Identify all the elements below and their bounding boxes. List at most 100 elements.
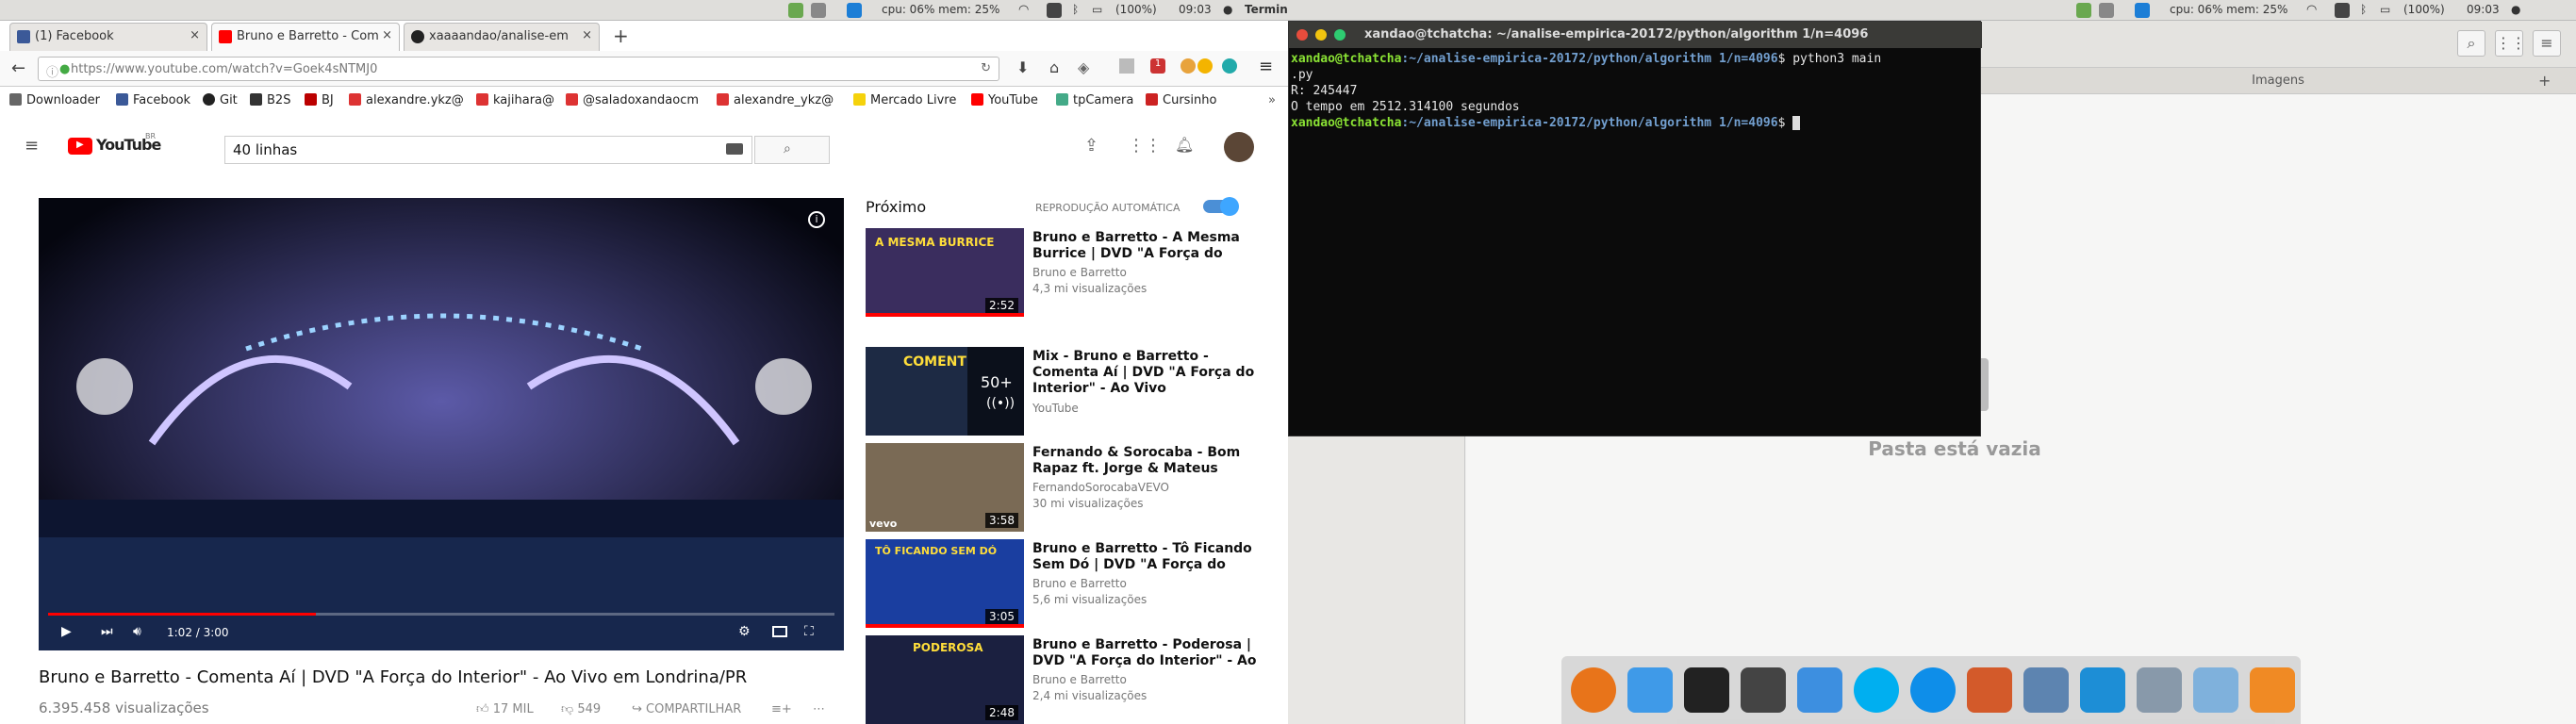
progress-bar[interactable] — [48, 613, 834, 616]
reload-icon[interactable]: ↻ — [981, 61, 991, 75]
view-grid-icon[interactable]: ⋮⋮ — [2495, 30, 2526, 57]
autoplay-toggle[interactable] — [1203, 197, 1239, 216]
new-tab-button[interactable]: + — [613, 25, 629, 47]
bookmark-gmail-2[interactable]: kajihara@ — [476, 93, 554, 107]
play-icon[interactable]: ▶ — [61, 624, 72, 639]
file-manager-icon[interactable] — [2137, 667, 2182, 713]
add-to-playlist-icon[interactable]: ≡+ — [771, 702, 792, 716]
tab-imagens[interactable]: Imagens — [1995, 74, 2561, 88]
share-button[interactable]: ↪ COMPARTILHAR — [632, 702, 741, 716]
rec-title[interactable]: Bruno e Barretto - Poderosa | DVD "A For… — [1032, 637, 1259, 669]
battery-icon[interactable]: ▭ — [2380, 3, 2390, 16]
system-monitor[interactable]: cpu: 06% mem: 25% — [882, 3, 999, 16]
close-icon[interactable]: × — [190, 28, 200, 42]
bookmark-gmail-4[interactable]: alexandre_ykz@ — [717, 93, 834, 107]
close-button[interactable] — [1296, 29, 1308, 41]
bookmark-facebook[interactable]: Facebook — [116, 93, 190, 107]
like-button[interactable]: 👍︎ 17 MIL — [476, 702, 534, 716]
bookmark-bj[interactable]: BJ — [305, 93, 334, 107]
terminal-icon[interactable] — [1684, 667, 1729, 713]
video-player[interactable]: i ▶ ⏭ 🔊︎ 1:02 / 3:00 ⚙ ⛶ — [39, 198, 844, 650]
apple-menu-icon[interactable]: ● — [2511, 3, 2520, 16]
video-thumbnail[interactable]: vevo 3:58 — [866, 443, 1024, 532]
wifi-icon[interactable]: ◠ — [2306, 3, 2317, 17]
search-icon[interactable]: ⌕ — [2457, 30, 2485, 57]
extension-icon[interactable] — [1197, 58, 1213, 74]
next-icon[interactable]: ⏭ — [101, 624, 113, 639]
usb-icon[interactable] — [2099, 3, 2114, 18]
menu-icon[interactable]: ≡ — [1259, 57, 1273, 76]
rec-title[interactable]: Bruno e Barretto - Tô Ficando Sem Dó | D… — [1032, 541, 1259, 573]
battery-icon[interactable]: ▭ — [1092, 3, 1102, 16]
mysql-workbench-icon[interactable] — [2080, 667, 2125, 713]
shield-icon[interactable]: ◈ — [1078, 58, 1089, 76]
rec-title[interactable]: Bruno e Barretto - A Mesma Burrice | DVD… — [1032, 230, 1259, 262]
skype-icon[interactable] — [1854, 667, 1899, 713]
more-bookmarks-icon[interactable]: » — [1268, 93, 1276, 107]
teamviewer-tray-icon[interactable] — [2135, 3, 2150, 18]
settings-icon[interactable]: ⚙ — [738, 624, 751, 639]
firefox-icon[interactable] — [1571, 667, 1616, 713]
sublime-icon[interactable] — [2250, 667, 2295, 713]
video-thumbnail[interactable]: A MESMA BURRICE 2:52 — [866, 228, 1024, 317]
video-thumbnail[interactable]: COMENT 50+ ((•)) — [866, 347, 1024, 436]
youtube-logo-icon[interactable]: ▶ — [68, 138, 92, 155]
teamviewer-icon[interactable] — [1910, 667, 1956, 713]
upload-icon[interactable]: ⇪ — [1084, 136, 1098, 156]
battery-status[interactable]: (100%) — [1115, 3, 1157, 16]
bluetooth-icon[interactable]: ᛒ — [1072, 3, 1079, 16]
code-editor-icon[interactable] — [1741, 667, 1786, 713]
matlab-icon[interactable] — [1967, 667, 2012, 713]
close-icon[interactable]: × — [382, 28, 392, 42]
terminal-window[interactable]: xandao@tchatcha: ~/analise-empirica-2017… — [1288, 21, 1982, 436]
extension-icon[interactable] — [1181, 58, 1196, 74]
hamburger-icon[interactable]: ≡ — [25, 136, 39, 156]
bluetooth-icon[interactable]: ᛒ — [2360, 3, 2367, 16]
menu-icon[interactable]: ≡ — [2533, 30, 2561, 57]
screenshot-icon[interactable] — [1119, 58, 1134, 74]
rec-title[interactable]: Fernando & Sorocaba - Bom Rapaz ft. Jorg… — [1032, 445, 1259, 477]
tab-facebook[interactable]: (1) Facebook × — [9, 23, 207, 51]
video-thumbnail[interactable]: PODEROSA 2:48 — [866, 635, 1024, 724]
clock[interactable]: 09:03 — [2467, 3, 2500, 16]
battery-status[interactable]: (100%) — [2403, 3, 2445, 16]
bookmark-gmail-3[interactable]: @saladoxandaocm — [566, 93, 699, 107]
wifi-icon[interactable]: ◠ — [1018, 3, 1029, 17]
terminal-line[interactable]: xandao@tchatcha:~/analise-empirica-20172… — [1291, 116, 1801, 130]
bookmark-mercadolivre[interactable]: Mercado Livre — [853, 93, 956, 107]
minimize-button[interactable] — [1315, 29, 1327, 41]
bookmark-gmail-1[interactable]: alexandre.ykz@ — [349, 93, 464, 107]
rec-title[interactable]: Mix - Bruno e Barretto - Comenta Aí | DV… — [1032, 349, 1259, 397]
bookmark-b2s[interactable]: B2S — [250, 93, 290, 107]
usb-icon[interactable] — [811, 3, 826, 18]
bookmark-cursinho[interactable]: Cursinho — [1146, 93, 1216, 107]
postgresql-icon[interactable] — [2023, 667, 2069, 713]
update-icon[interactable] — [788, 3, 803, 18]
clock[interactable]: 09:03 — [1179, 3, 1212, 16]
update-icon[interactable] — [2076, 3, 2091, 18]
tab-github[interactable]: xaaaandao/analise-em × — [404, 23, 600, 51]
notification-badge[interactable]: 1 — [1150, 58, 1165, 74]
download-icon[interactable]: ⬇ — [1016, 58, 1029, 76]
bookmark-downloader[interactable]: Downloader — [9, 93, 100, 107]
theater-icon[interactable] — [772, 626, 787, 637]
dropbox-icon[interactable] — [1797, 667, 1842, 713]
teamviewer-tray-icon[interactable] — [847, 3, 862, 18]
apps-icon[interactable]: ⋮⋮ — [1128, 136, 1162, 156]
extension-icon[interactable] — [1222, 58, 1237, 74]
bookmark-youtube[interactable]: YouTube — [971, 93, 1038, 107]
search-input[interactable]: 40 linhas — [224, 136, 752, 164]
info-icon[interactable]: ⓘ — [46, 62, 58, 80]
video-thumbnail[interactable]: TÔ FICANDO SEM DÓ 3:05 — [866, 539, 1024, 628]
bookmark-git[interactable]: Git — [203, 93, 238, 107]
bell-icon[interactable]: 🔔︎ — [1175, 136, 1194, 154]
fullscreen-icon[interactable]: ⛶ — [804, 624, 814, 639]
volume-icon[interactable]: 🔊︎ — [133, 624, 141, 639]
virtualbox-icon[interactable] — [2193, 667, 2238, 713]
home-icon[interactable]: ⌂ — [1049, 58, 1059, 76]
more-icon[interactable]: ⋯ — [813, 702, 825, 716]
back-button[interactable]: ← — [11, 58, 25, 78]
maximize-button[interactable] — [1334, 29, 1346, 41]
apple-menu-icon[interactable]: ● — [1223, 3, 1232, 16]
search-button[interactable]: ⌕ — [754, 136, 830, 164]
